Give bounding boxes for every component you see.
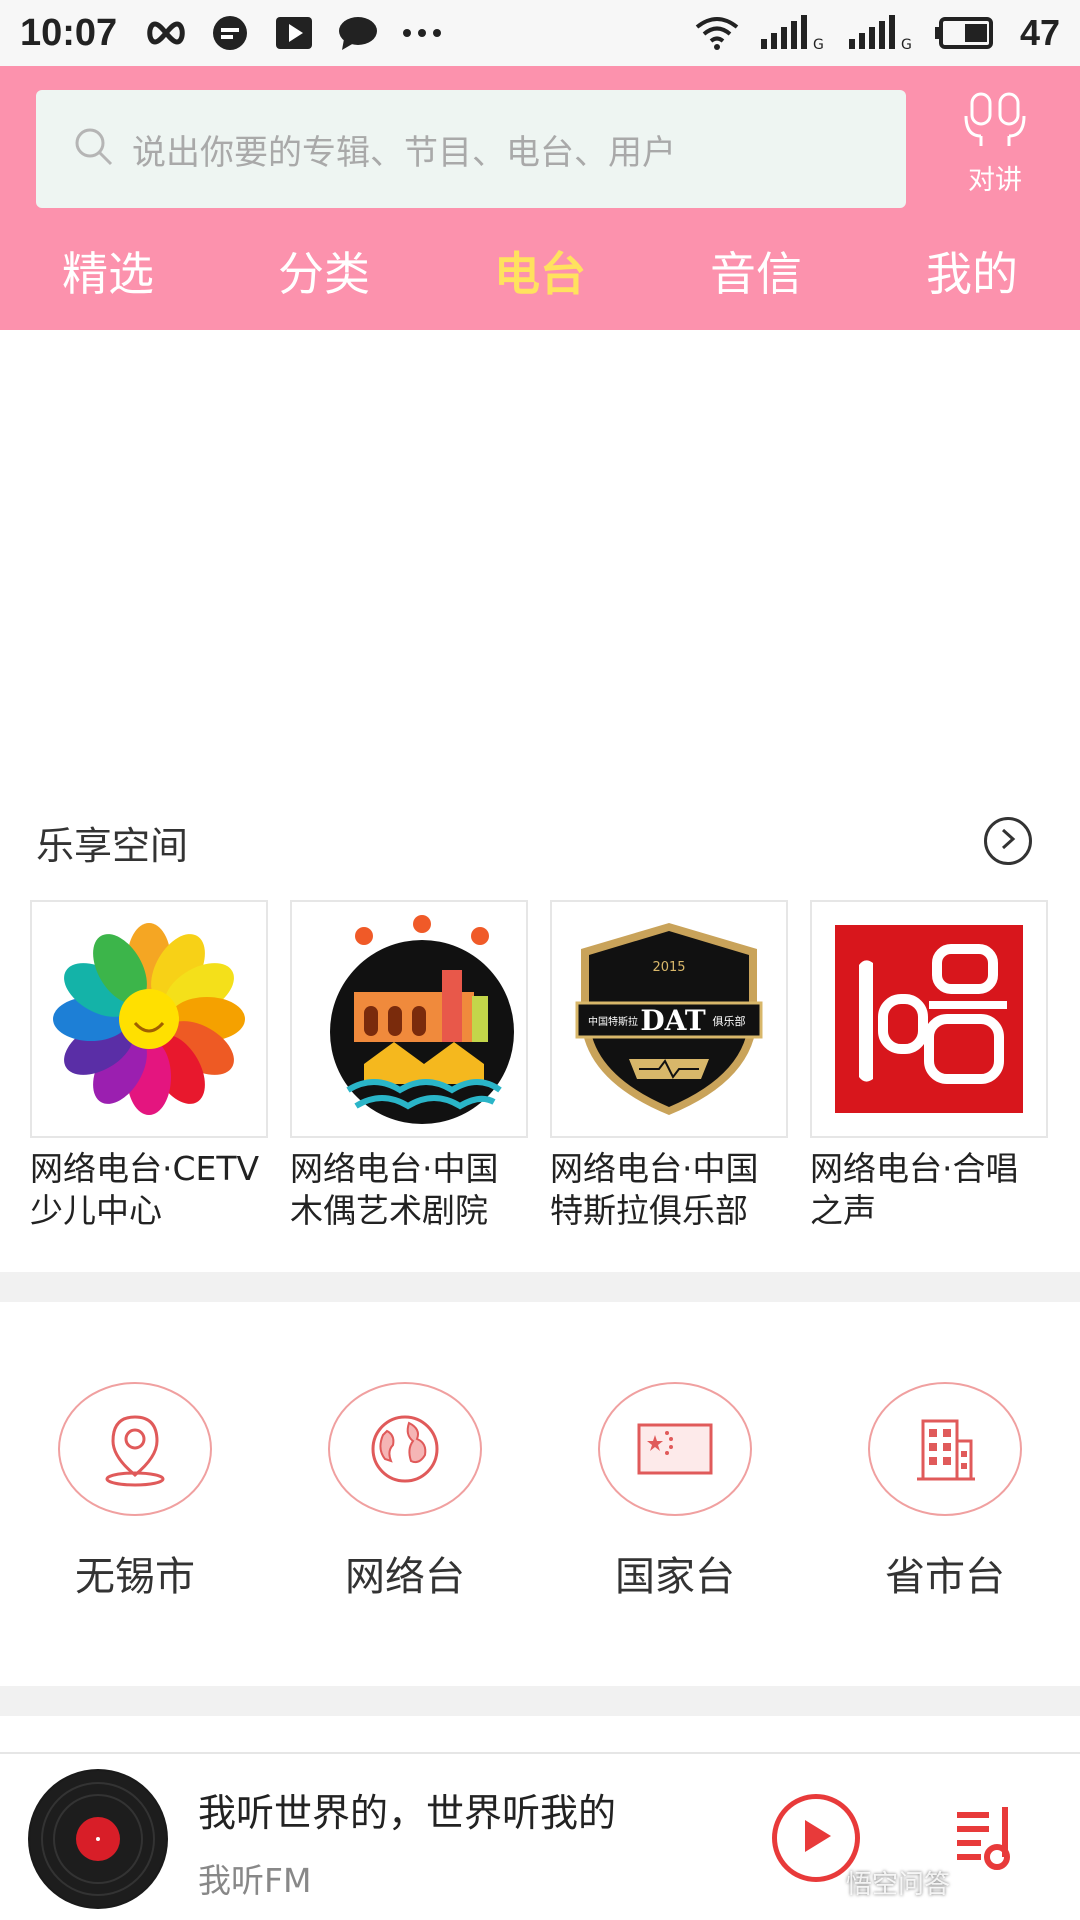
section-divider <box>0 1686 1080 1716</box>
station-card[interactable]: 网络电台·CETV少儿中心 <box>30 900 268 1240</box>
region-label: 无锡市 <box>75 1554 195 1600</box>
play-icon <box>799 1817 833 1859</box>
logo-small-left: 中国特斯拉 <box>588 1015 638 1028</box>
battery-level: 47 <box>1019 12 1060 53</box>
tab-category[interactable]: 分类 <box>216 234 432 314</box>
station-logo: 2015 中国特斯拉 DAT 俱乐部 <box>550 900 788 1138</box>
watermark: 悟空问答 <box>846 1870 951 1900</box>
battery-icon <box>934 10 994 56</box>
logo-text: DAT <box>640 1004 705 1037</box>
logo-small-right: 俱乐部 <box>713 1014 746 1028</box>
search-icon <box>74 127 114 171</box>
region-network[interactable]: 网络台 <box>270 1382 540 1602</box>
status-bar: 10:07 G G 47 <box>0 0 1080 66</box>
playlist-button[interactable] <box>940 1794 1028 1882</box>
building-icon <box>868 1382 1022 1516</box>
globe-icon <box>328 1382 482 1516</box>
svg-text:G: G <box>813 37 824 51</box>
main-tabs: 精选 分类 电台 音信 我的 <box>0 234 1080 314</box>
play-icon <box>271 10 317 56</box>
region-row: 无锡市 网络台 国家台 省市台 <box>0 1382 1080 1602</box>
region-label: 网络台 <box>345 1554 465 1600</box>
station-logo <box>810 900 1048 1138</box>
chevron-right-icon <box>998 827 1018 855</box>
section-divider <box>0 1272 1080 1302</box>
tab-mine[interactable]: 我的 <box>864 234 1080 314</box>
search-placeholder: 说出你要的专辑、节目、电台、用户 <box>132 132 676 173</box>
region-label: 省市台 <box>885 1554 1005 1600</box>
app-screen: 10:07 G G 47 说出你要的专辑、节目、电台、用户 对讲 精选 分类 电… <box>0 0 1080 1920</box>
signal-icon: G <box>846 10 916 56</box>
station-name: 网络电台·CETV少儿中心 <box>30 1149 260 1230</box>
signal-icon: G <box>758 10 828 56</box>
station-cards: 网络电台·CETV少儿中心 网络电台·中国木偶艺术剧院 2015 中国特斯拉 D… <box>30 900 1060 1240</box>
wifi-icon <box>694 10 740 56</box>
logo-year: 2015 <box>652 960 685 975</box>
station-name: 网络电台·中国特斯拉俱乐部 <box>550 1149 759 1230</box>
section-title: 乐享空间 <box>36 824 189 868</box>
more-button[interactable] <box>984 817 1032 865</box>
region-local[interactable]: 无锡市 <box>0 1382 270 1602</box>
tab-radio[interactable]: 电台 <box>432 234 648 314</box>
vinyl-disc-icon <box>28 1769 168 1909</box>
station-name: 网络电台·合唱之声 <box>810 1149 1019 1230</box>
message-icon <box>207 10 253 56</box>
station-logo <box>290 900 528 1138</box>
chat-icon <box>335 10 381 56</box>
station-name: 网络电台·中国木偶艺术剧院 <box>290 1149 499 1230</box>
station-card[interactable]: 2015 中国特斯拉 DAT 俱乐部 网络电台·中国特斯拉俱乐部 <box>550 900 788 1240</box>
station-card[interactable]: 网络电台·中国木偶艺术剧院 <box>290 900 528 1240</box>
talk-label: 对讲 <box>968 165 1022 196</box>
region-national[interactable]: 国家台 <box>540 1382 810 1602</box>
region-label: 国家台 <box>615 1554 735 1600</box>
region-provincial[interactable]: 省市台 <box>810 1382 1080 1602</box>
search-input[interactable]: 说出你要的专辑、节目、电台、用户 <box>36 90 906 208</box>
station-card[interactable]: 网络电台·合唱之声 <box>810 900 1048 1240</box>
svg-text:G: G <box>901 37 912 51</box>
player-subtitle: 我听FM <box>198 1861 312 1900</box>
more-dots-icon <box>399 10 445 56</box>
microphone-icon <box>964 92 1026 152</box>
tab-messages[interactable]: 音信 <box>648 234 864 314</box>
status-time: 10:07 <box>20 11 118 54</box>
player-title: 我听世界的，世界听我的 <box>198 1791 617 1835</box>
flag-icon <box>598 1382 752 1516</box>
station-logo <box>30 900 268 1138</box>
header: 说出你要的专辑、节目、电台、用户 对讲 精选 分类 电台 音信 我的 <box>0 66 1080 330</box>
location-pin-icon <box>58 1382 212 1516</box>
infinity-icon <box>143 10 189 56</box>
talk-button[interactable]: 对讲 <box>940 92 1050 202</box>
playlist-icon <box>949 1801 1019 1875</box>
tab-featured[interactable]: 精选 <box>0 234 216 314</box>
